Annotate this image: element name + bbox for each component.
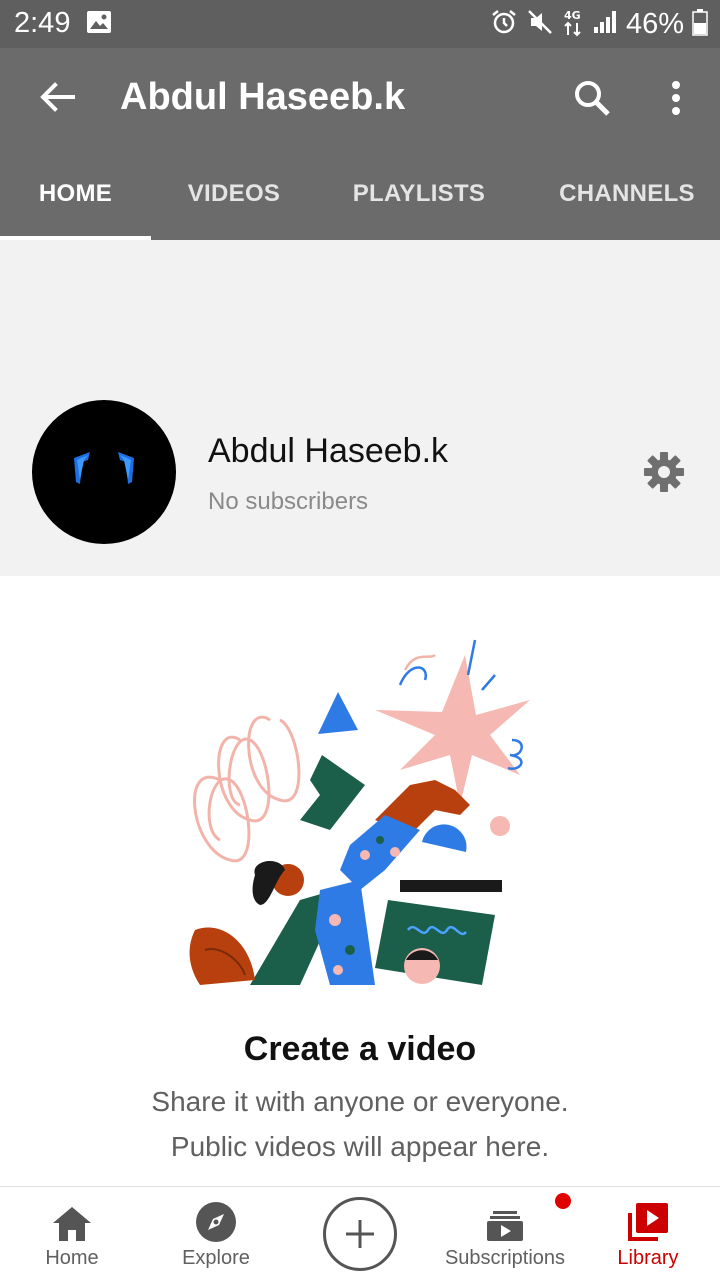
channel-tabs: HOME VIDEOS PLAYLISTS CHANNELS	[0, 148, 720, 240]
battery-percent: 46%	[625, 7, 684, 40]
status-icons: 4G 46%	[490, 6, 708, 42]
mute-icon	[526, 8, 554, 41]
tab-videos[interactable]: VIDEOS	[164, 148, 304, 240]
create-plus-icon	[346, 1220, 374, 1248]
channel-settings-button[interactable]	[640, 448, 688, 496]
create-video-illustration	[160, 630, 560, 990]
search-button[interactable]	[566, 72, 618, 124]
nav-explore[interactable]: Explore	[166, 1187, 266, 1281]
empty-state-line-1: Share it with anyone or everyone.	[151, 1086, 569, 1117]
gear-icon	[644, 452, 684, 492]
create-button[interactable]	[323, 1197, 397, 1271]
nav-home-label: Home	[45, 1247, 99, 1269]
bottom-navigation: Home Explore Subscriptions Library	[0, 1186, 720, 1280]
svg-text:4G: 4G	[564, 9, 581, 22]
nav-subscriptions[interactable]: Subscriptions	[440, 1187, 571, 1281]
alarm-icon	[490, 8, 518, 41]
home-icon	[53, 1207, 91, 1241]
nav-library-label: Library	[617, 1247, 679, 1269]
back-button[interactable]	[30, 70, 84, 124]
compass-icon	[196, 1202, 236, 1242]
tab-home[interactable]: HOME	[0, 148, 151, 240]
nav-subscriptions-label: Subscriptions	[444, 1247, 566, 1269]
empty-state-title: Create a video	[243, 1030, 477, 1068]
more-vertical-icon	[672, 81, 680, 115]
search-icon	[575, 81, 610, 116]
app-bar: Abdul Haseeb.k	[0, 48, 720, 148]
status-bar: 2:49 4G 46%	[0, 0, 720, 48]
nav-explore-label: Explore	[182, 1247, 250, 1269]
tab-playlists[interactable]: PLAYLISTS	[336, 148, 502, 240]
subscriptions-icon	[487, 1211, 523, 1241]
tab-channels[interactable]: CHANNELS	[540, 148, 714, 240]
gallery-notification-icon	[86, 10, 112, 39]
page-title: Abdul Haseeb.k	[120, 76, 406, 118]
library-icon	[628, 1203, 668, 1241]
nav-library[interactable]: Library	[598, 1187, 698, 1281]
more-options-button[interactable]	[650, 72, 702, 124]
network-4g-icon: 4G	[562, 7, 584, 42]
status-time: 2:49	[14, 7, 71, 39]
subscriber-count: No subscribers	[208, 488, 369, 515]
signal-icon	[592, 9, 618, 40]
channel-header: Abdul Haseeb.k No subscribers	[0, 240, 720, 576]
notification-dot	[555, 1193, 571, 1209]
empty-state-line-2: Public videos will appear here.	[170, 1131, 550, 1162]
channel-avatar[interactable]	[32, 400, 176, 544]
battery-icon	[692, 8, 708, 41]
channel-name: Abdul Haseeb.k	[208, 432, 449, 470]
nav-home[interactable]: Home	[22, 1187, 122, 1281]
arrow-back-icon	[40, 82, 75, 112]
